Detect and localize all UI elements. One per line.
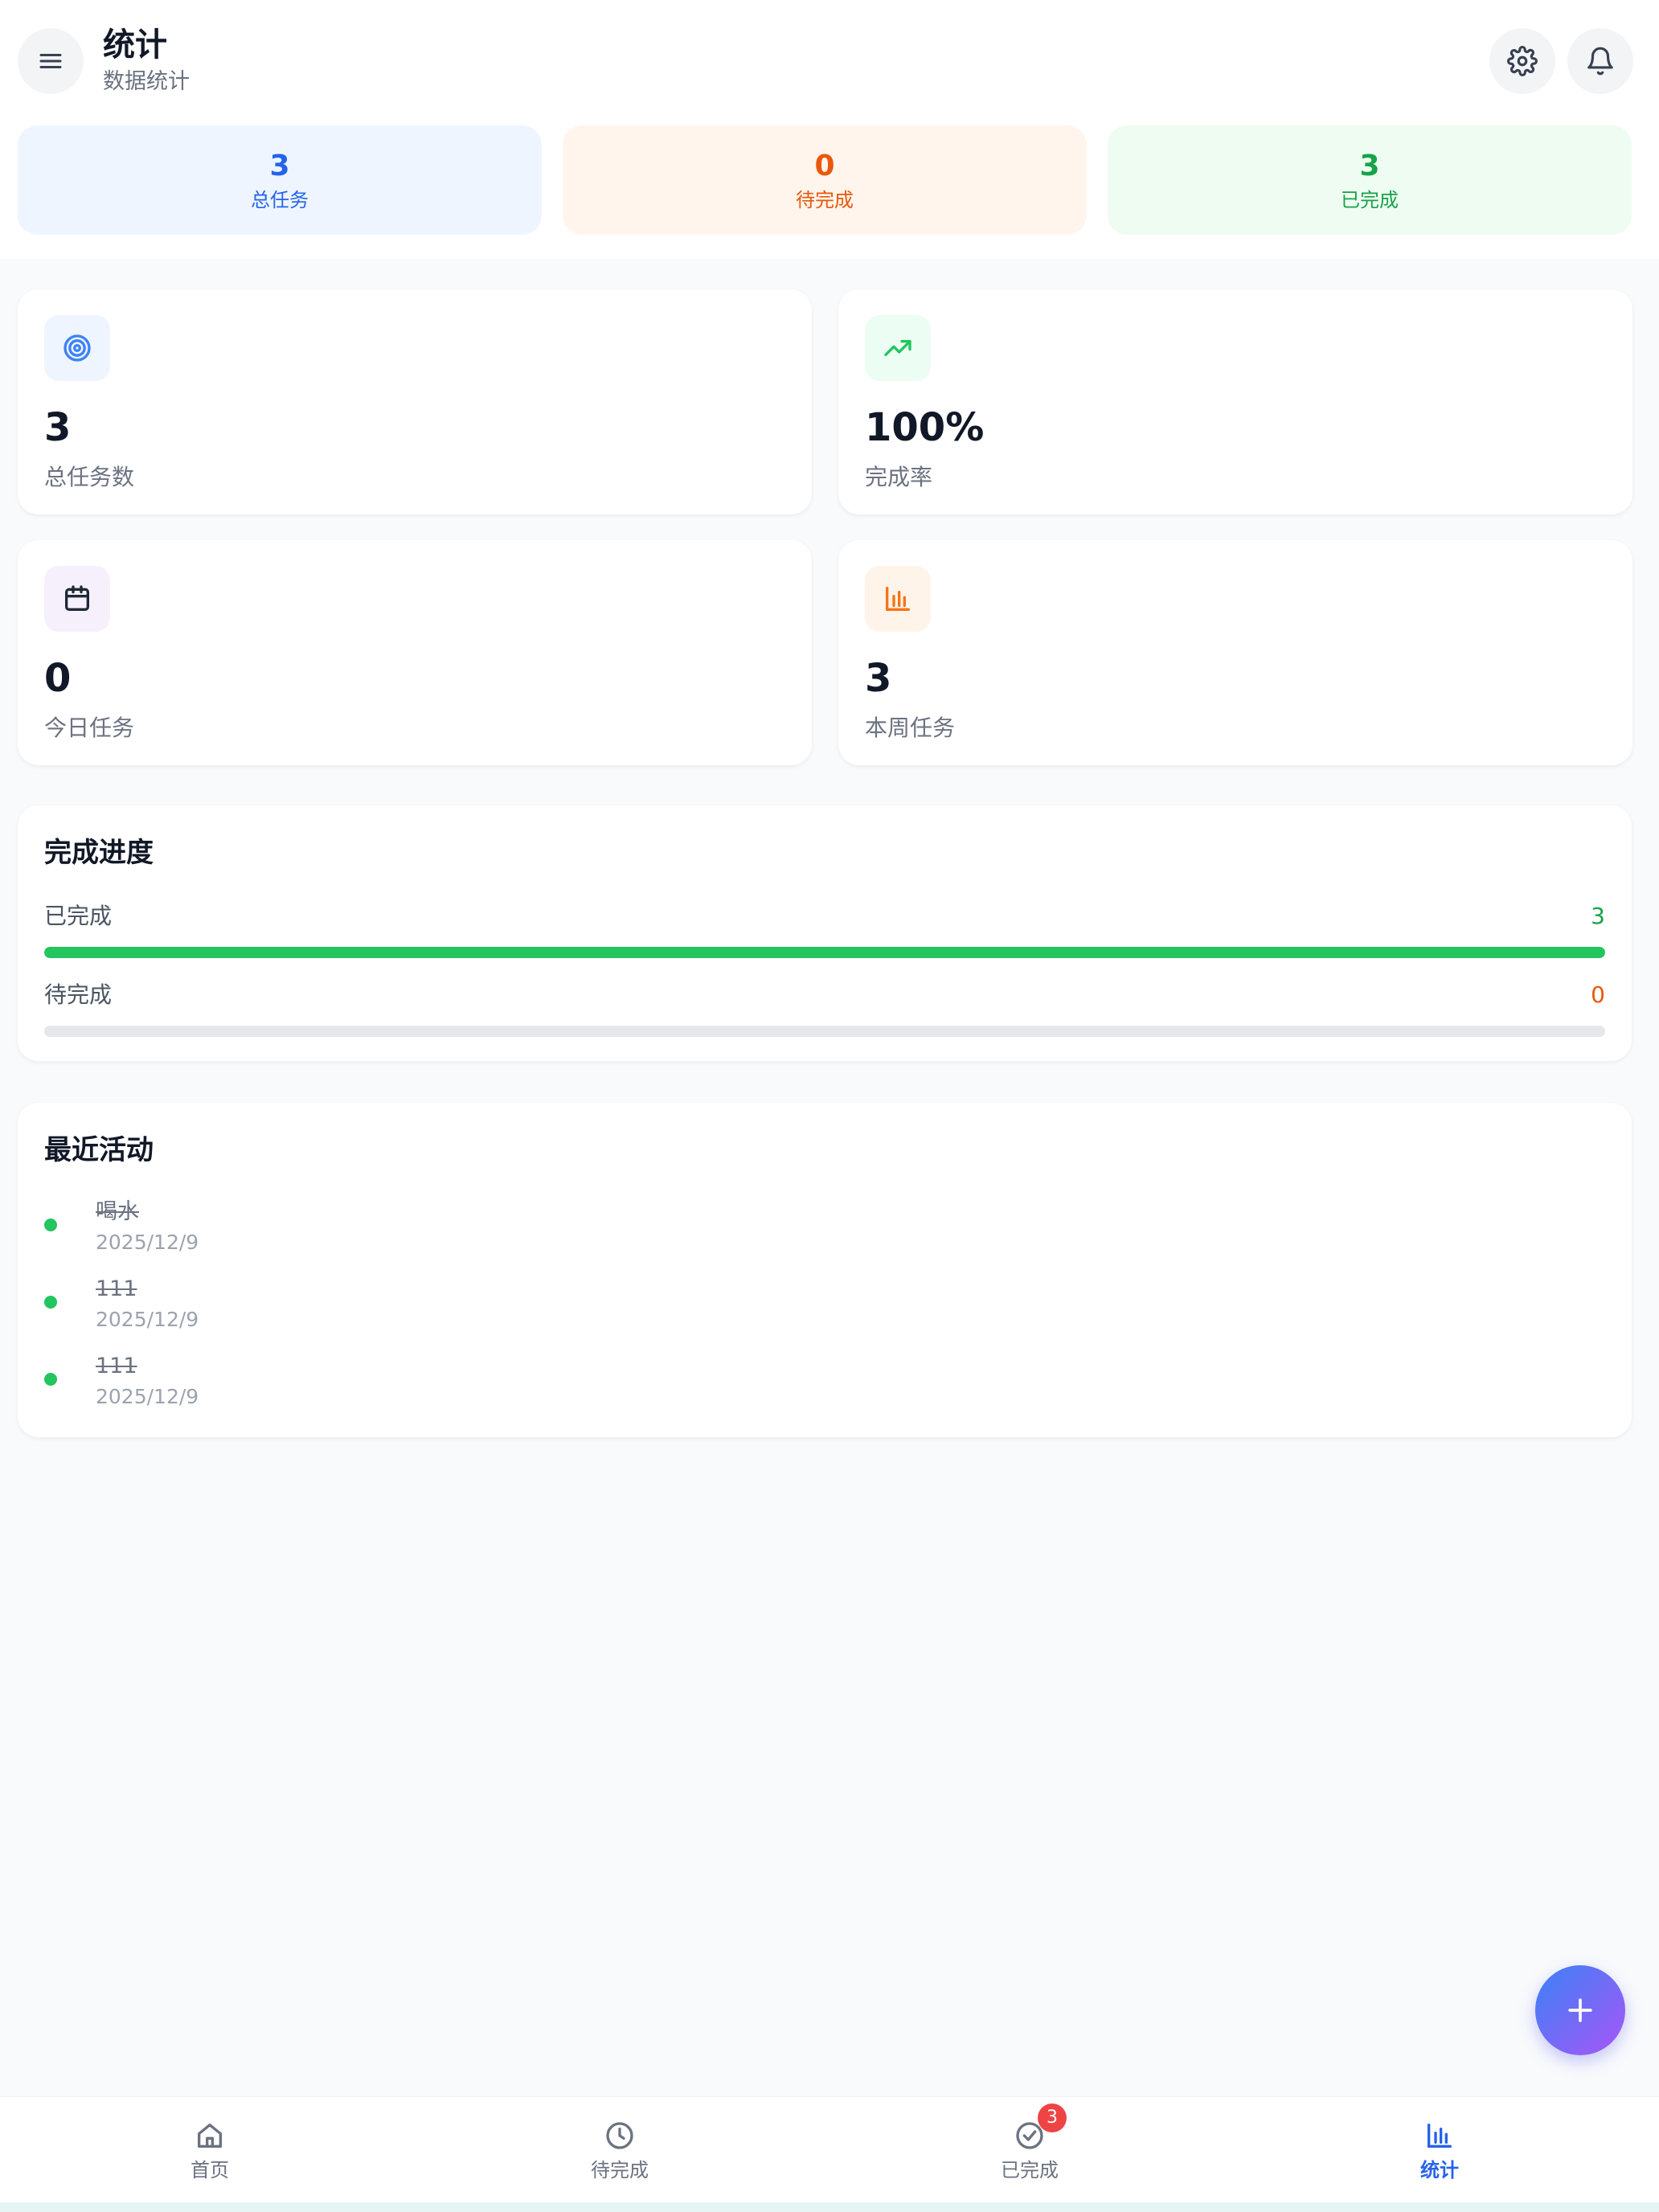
gear-icon — [1507, 46, 1538, 76]
notification-button[interactable] — [1567, 28, 1633, 94]
nav-item-pending[interactable]: 待完成 — [539, 2097, 700, 2203]
trending-up-icon — [884, 340, 911, 356]
hamburger-menu-icon — [39, 54, 62, 68]
summary-total-value: 3 — [269, 150, 290, 182]
nav-item-home[interactable]: 首页 — [129, 2097, 290, 2203]
stat-card-total: 3 总任务数 — [18, 289, 812, 514]
status-dot — [44, 1219, 57, 1231]
progress-count-completed: 3 — [1591, 903, 1605, 929]
stat-value: 0 — [44, 656, 72, 701]
summary-total-label: 总任务 — [251, 189, 309, 211]
activity-item-title: 111 — [96, 1276, 137, 1301]
nav-label: 首页 — [190, 2159, 229, 2181]
nav-label: 统计 — [1420, 2159, 1459, 2181]
target-icon — [63, 334, 91, 362]
list-item[interactable]: 111 2025/12/9 — [44, 1352, 1571, 1424]
activity-item-title: 喝水 — [96, 1199, 139, 1224]
bottom-navigation: 首页 待完成 3 已完成 统计 — [0, 2096, 1659, 2202]
calendar-icon — [65, 585, 90, 611]
page-title: 统计 — [103, 27, 167, 63]
summary-pending-value: 0 — [814, 150, 835, 182]
stat-value: 3 — [44, 405, 72, 450]
menu-button[interactable] — [18, 28, 84, 94]
activity-title: 最近活动 — [44, 1134, 154, 1166]
activity-item-date: 2025/12/9 — [96, 1385, 199, 1408]
summary-completed-label: 已完成 — [1341, 189, 1399, 211]
nav-label: 已完成 — [1001, 2159, 1059, 2181]
summary-completed-value: 3 — [1359, 150, 1380, 182]
bell-icon — [1587, 47, 1613, 76]
settings-button[interactable] — [1489, 28, 1555, 94]
stat-card-week: 3 本周任务 — [838, 540, 1632, 765]
completed-count-badge: 3 — [1038, 2103, 1067, 2132]
progress-bar-completed — [44, 947, 1605, 958]
stat-card-completion-rate: 100% 完成率 — [838, 289, 1632, 514]
plus-icon — [1568, 1998, 1592, 2022]
bottom-edge — [0, 2202, 1659, 2212]
activity-item-title: 111 — [96, 1354, 137, 1378]
list-item[interactable]: 喝水 2025/12/9 — [44, 1198, 1571, 1270]
top-header: 统计 数据统计 3 总任务 0 待完成 3 已完成 — [0, 0, 1659, 259]
activity-item-date: 2025/12/9 — [96, 1308, 199, 1331]
stat-value: 3 — [865, 656, 892, 701]
progress-count-pending: 0 — [1591, 981, 1605, 1008]
stat-card-today: 0 今日任务 — [18, 540, 812, 765]
status-dot — [44, 1296, 57, 1309]
nav-label: 待完成 — [591, 2159, 649, 2181]
stat-label: 完成率 — [865, 464, 933, 490]
clock-icon — [606, 2122, 633, 2149]
add-task-button[interactable] — [1535, 1965, 1625, 2055]
stat-label: 本周任务 — [865, 715, 956, 741]
bar-chart-icon — [886, 587, 910, 611]
bar-chart-icon — [1428, 2124, 1452, 2148]
recent-activity-card: 最近活动 喝水 2025/12/9 111 2025/12/9 111 2025… — [18, 1103, 1632, 1437]
summary-pending-label: 待完成 — [796, 189, 854, 211]
nav-item-completed[interactable]: 3 已完成 — [949, 2097, 1110, 2203]
activity-item-date: 2025/12/9 — [96, 1231, 199, 1254]
progress-fill-completed — [44, 947, 1605, 958]
home-icon — [198, 2124, 222, 2148]
stat-label: 今日任务 — [44, 715, 135, 741]
progress-label-completed: 已完成 — [44, 903, 113, 929]
stat-value: 100% — [865, 405, 985, 450]
status-dot — [44, 1373, 57, 1386]
progress-label-pending: 待完成 — [44, 981, 113, 1008]
summary-total: 3 总任务 — [18, 125, 542, 235]
summary-pending: 0 待完成 — [563, 125, 1087, 235]
progress-card: 完成进度 已完成 3 待完成 0 — [18, 805, 1632, 1061]
progress-bar-pending — [44, 1026, 1605, 1037]
stat-label: 总任务数 — [44, 464, 135, 490]
progress-title: 完成进度 — [44, 837, 154, 869]
summary-completed: 3 已完成 — [1108, 125, 1632, 235]
page-subtitle: 数据统计 — [103, 69, 190, 94]
list-item[interactable]: 111 2025/12/9 — [44, 1275, 1571, 1347]
nav-item-stats[interactable]: 统计 — [1359, 2097, 1520, 2203]
